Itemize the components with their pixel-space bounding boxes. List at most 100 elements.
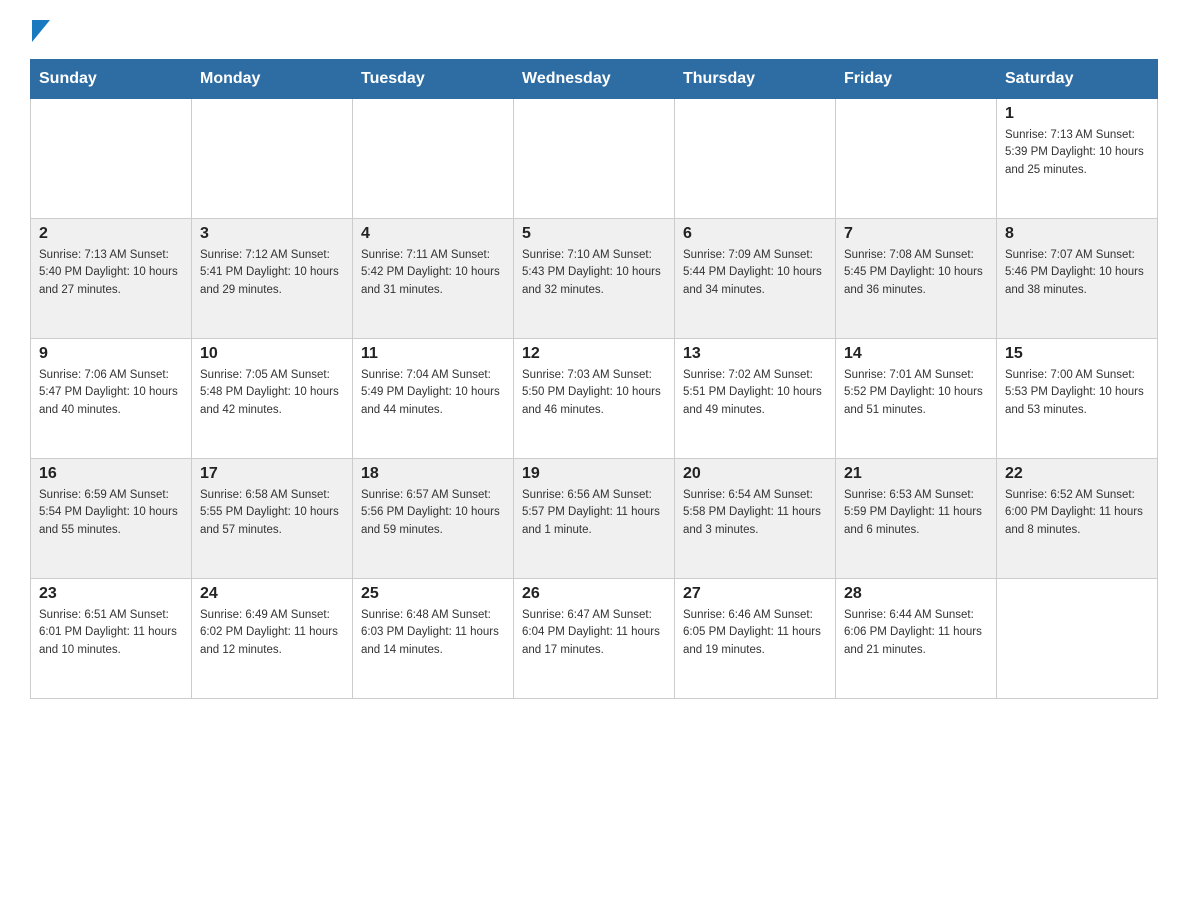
day-number: 2 (39, 225, 183, 243)
day-info: Sunrise: 7:01 AM Sunset: 5:52 PM Dayligh… (844, 367, 988, 419)
calendar-cell: 5Sunrise: 7:10 AM Sunset: 5:43 PM Daylig… (514, 219, 675, 339)
calendar-cell (31, 99, 192, 219)
day-of-week-header: Saturday (997, 60, 1158, 99)
day-number: 23 (39, 585, 183, 603)
calendar-cell: 4 Sunrise: 7:11 AM Sunset: 5:42 PM Daylig… (353, 219, 514, 339)
day-number: 26 (522, 585, 666, 603)
day-info: Sunrise: 7:03 AM Sunset: 5:50 PM Dayligh… (522, 367, 666, 419)
day-number: 16 (39, 465, 183, 483)
day-number: 10 (200, 345, 344, 363)
calendar-cell: 9 Sunrise: 7:06 AM Sunset: 5:47 PM Daylig… (31, 339, 192, 459)
day-number: 1 (1005, 105, 1149, 123)
day-info: Sunrise: 7:08 AM Sunset: 5:45 PM Dayligh… (844, 247, 988, 299)
calendar-cell: 22 Sunrise: 6:52 AM Sunset: 6:00 PM Dayli… (997, 459, 1158, 579)
calendar-cell: 13 Sunrise: 7:02 AM Sunset: 5:51 PM Dayli… (675, 339, 836, 459)
calendar-cell: 1 Sunrise: 7:13 AM Sunset: 5:39 PM Daylig… (997, 99, 1158, 219)
calendar-cell (192, 99, 353, 219)
calendar-cell: 6 Sunrise: 7:09 AM Sunset: 5:44 PM Daylig… (675, 219, 836, 339)
day-info: Sunrise: 6:58 AM Sunset: 5:55 PM Dayligh… (200, 487, 344, 539)
day-info: Sunrise: 7:10 AM Sunset: 5:43 PM Dayligh… (522, 247, 666, 299)
day-number: 7 (844, 225, 988, 243)
day-info: Sunrise: 6:53 AM Sunset: 5:59 PM Dayligh… (844, 487, 988, 539)
day-of-week-header: Monday (192, 60, 353, 99)
calendar-cell: 2 Sunrise: 7:13 AM Sunset: 5:40 PM Daylig… (31, 219, 192, 339)
day-number: 24 (200, 585, 344, 603)
calendar-cell: 17 Sunrise: 6:58 AM Sunset: 5:55 PM Dayli… (192, 459, 353, 579)
day-number: 18 (361, 465, 505, 483)
day-info: Sunrise: 6:48 AM Sunset: 6:03 PM Dayligh… (361, 607, 505, 659)
day-info: Sunrise: 6:59 AM Sunset: 5:54 PM Dayligh… (39, 487, 183, 539)
day-number: 25 (361, 585, 505, 603)
calendar-cell: 24 Sunrise: 6:49 AM Sunset: 6:02 PM Dayli… (192, 579, 353, 699)
day-info: Sunrise: 7:13 AM Sunset: 5:40 PM Dayligh… (39, 247, 183, 299)
day-info: Sunrise: 7:00 AM Sunset: 5:53 PM Dayligh… (1005, 367, 1149, 419)
page-header (30, 20, 1158, 49)
day-number: 22 (1005, 465, 1149, 483)
calendar-cell: 8 Sunrise: 7:07 AM Sunset: 5:46 PM Daylig… (997, 219, 1158, 339)
day-info: Sunrise: 7:09 AM Sunset: 5:44 PM Dayligh… (683, 247, 827, 299)
calendar-header-row: SundayMondayTuesdayWednesdayThursdayFrid… (31, 60, 1158, 99)
day-number: 8 (1005, 225, 1149, 243)
day-info: Sunrise: 7:11 AM Sunset: 5:42 PM Dayligh… (361, 247, 505, 299)
day-number: 19 (522, 465, 666, 483)
calendar-cell: 21Sunrise: 6:53 AM Sunset: 5:59 PM Dayli… (836, 459, 997, 579)
day-number: 13 (683, 345, 827, 363)
calendar-cell (353, 99, 514, 219)
calendar-cell: 25 Sunrise: 6:48 AM Sunset: 6:03 PM Dayli… (353, 579, 514, 699)
calendar-cell: 3Sunrise: 7:12 AM Sunset: 5:41 PM Daylig… (192, 219, 353, 339)
day-number: 17 (200, 465, 344, 483)
day-number: 6 (683, 225, 827, 243)
calendar-week-row: 1 Sunrise: 7:13 AM Sunset: 5:39 PM Daylig… (31, 99, 1158, 219)
calendar-week-row: 9 Sunrise: 7:06 AM Sunset: 5:47 PM Daylig… (31, 339, 1158, 459)
calendar-cell (675, 99, 836, 219)
day-number: 15 (1005, 345, 1149, 363)
calendar-week-row: 2 Sunrise: 7:13 AM Sunset: 5:40 PM Daylig… (31, 219, 1158, 339)
calendar-cell: 23 Sunrise: 6:51 AM Sunset: 6:01 PM Dayli… (31, 579, 192, 699)
calendar-cell: 26 Sunrise: 6:47 AM Sunset: 6:04 PM Dayli… (514, 579, 675, 699)
calendar-cell: 18 Sunrise: 6:57 AM Sunset: 5:56 PM Dayli… (353, 459, 514, 579)
calendar-cell (836, 99, 997, 219)
day-info: Sunrise: 7:05 AM Sunset: 5:48 PM Dayligh… (200, 367, 344, 419)
day-number: 9 (39, 345, 183, 363)
day-number: 12 (522, 345, 666, 363)
day-info: Sunrise: 7:06 AM Sunset: 5:47 PM Dayligh… (39, 367, 183, 419)
day-number: 27 (683, 585, 827, 603)
calendar-cell: 27 Sunrise: 6:46 AM Sunset: 6:05 PM Dayli… (675, 579, 836, 699)
day-info: Sunrise: 6:57 AM Sunset: 5:56 PM Dayligh… (361, 487, 505, 539)
logo-arrow-icon (32, 20, 50, 42)
day-info: Sunrise: 6:51 AM Sunset: 6:01 PM Dayligh… (39, 607, 183, 659)
day-of-week-header: Tuesday (353, 60, 514, 99)
day-of-week-header: Thursday (675, 60, 836, 99)
day-info: Sunrise: 7:13 AM Sunset: 5:39 PM Dayligh… (1005, 127, 1149, 179)
calendar-cell: 11 Sunrise: 7:04 AM Sunset: 5:49 PM Dayli… (353, 339, 514, 459)
logo (30, 20, 50, 49)
day-of-week-header: Friday (836, 60, 997, 99)
calendar-week-row: 23 Sunrise: 6:51 AM Sunset: 6:01 PM Dayli… (31, 579, 1158, 699)
day-number: 14 (844, 345, 988, 363)
day-info: Sunrise: 7:04 AM Sunset: 5:49 PM Dayligh… (361, 367, 505, 419)
day-info: Sunrise: 6:56 AM Sunset: 5:57 PM Dayligh… (522, 487, 666, 539)
day-info: Sunrise: 6:44 AM Sunset: 6:06 PM Dayligh… (844, 607, 988, 659)
day-info: Sunrise: 6:49 AM Sunset: 6:02 PM Dayligh… (200, 607, 344, 659)
calendar-table: SundayMondayTuesdayWednesdayThursdayFrid… (30, 59, 1158, 699)
day-of-week-header: Wednesday (514, 60, 675, 99)
day-info: Sunrise: 6:52 AM Sunset: 6:00 PM Dayligh… (1005, 487, 1149, 539)
calendar-cell: 12 Sunrise: 7:03 AM Sunset: 5:50 PM Dayli… (514, 339, 675, 459)
day-of-week-header: Sunday (31, 60, 192, 99)
calendar-cell: 14 Sunrise: 7:01 AM Sunset: 5:52 PM Dayli… (836, 339, 997, 459)
calendar-cell (514, 99, 675, 219)
calendar-cell: 10 Sunrise: 7:05 AM Sunset: 5:48 PM Dayli… (192, 339, 353, 459)
day-number: 11 (361, 345, 505, 363)
calendar-cell: 19 Sunrise: 6:56 AM Sunset: 5:57 PM Dayli… (514, 459, 675, 579)
day-number: 4 (361, 225, 505, 243)
calendar-cell: 15 Sunrise: 7:00 AM Sunset: 5:53 PM Dayli… (997, 339, 1158, 459)
calendar-cell (997, 579, 1158, 699)
day-info: Sunrise: 6:54 AM Sunset: 5:58 PM Dayligh… (683, 487, 827, 539)
day-info: Sunrise: 7:12 AM Sunset: 5:41 PM Dayligh… (200, 247, 344, 299)
day-number: 20 (683, 465, 827, 483)
day-info: Sunrise: 7:07 AM Sunset: 5:46 PM Dayligh… (1005, 247, 1149, 299)
day-info: Sunrise: 6:46 AM Sunset: 6:05 PM Dayligh… (683, 607, 827, 659)
day-info: Sunrise: 6:47 AM Sunset: 6:04 PM Dayligh… (522, 607, 666, 659)
day-info: Sunrise: 7:02 AM Sunset: 5:51 PM Dayligh… (683, 367, 827, 419)
calendar-cell: 20 Sunrise: 6:54 AM Sunset: 5:58 PM Dayli… (675, 459, 836, 579)
